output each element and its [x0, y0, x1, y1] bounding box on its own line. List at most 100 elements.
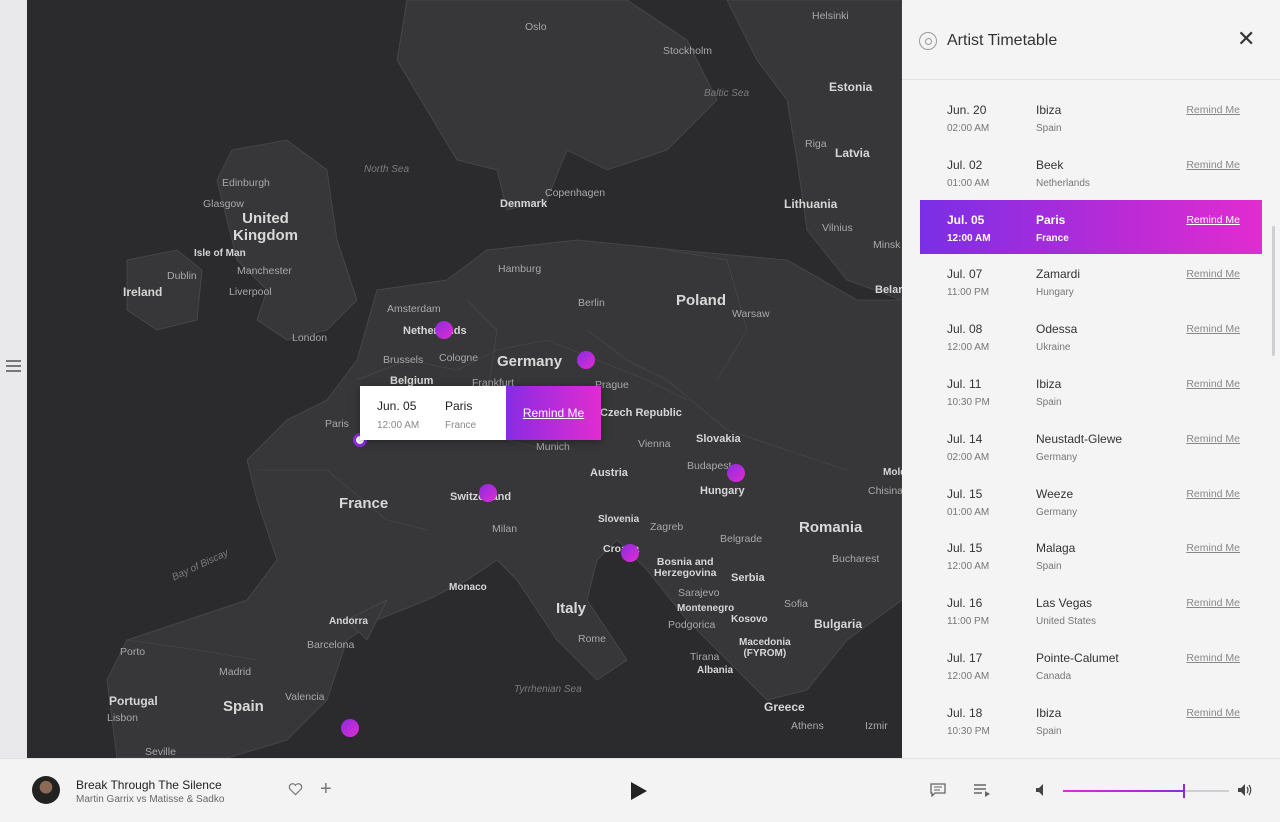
- tour-marker-zamardi[interactable]: [727, 464, 745, 482]
- event-time: 12:00 AM: [947, 670, 990, 682]
- event-row[interactable]: Jul. 05 12:00 AM Paris France Remind Me: [920, 199, 1262, 255]
- country-label-austria: Austria: [590, 467, 628, 479]
- city-label: Sofia: [784, 598, 808, 610]
- country-label-bulgaria: Bulgaria: [814, 617, 863, 631]
- event-time: 11:00 PM: [947, 616, 990, 628]
- city-label: Belgrade: [720, 533, 763, 545]
- event-country: Spain: [1036, 561, 1062, 573]
- city-label: Munich: [536, 441, 570, 453]
- event-date: Jul. 16: [947, 596, 983, 611]
- event-country: Hungary: [1036, 287, 1074, 299]
- remind-me-link[interactable]: Remind Me: [1186, 433, 1240, 445]
- tour-marker-beek[interactable]: [435, 321, 453, 339]
- remind-me-link[interactable]: Remind Me: [1186, 214, 1240, 226]
- event-time: 02:00 AM: [947, 123, 990, 134]
- popup-country: France: [445, 420, 477, 431]
- close-icon[interactable]: ✕: [1237, 28, 1255, 50]
- comments-icon[interactable]: [930, 783, 946, 797]
- remind-me-link[interactable]: Remind Me: [1186, 707, 1240, 719]
- volume-knob[interactable]: [1182, 784, 1185, 798]
- event-date: Jul. 17: [947, 650, 983, 665]
- remind-me-link[interactable]: Remind Me: [1186, 597, 1240, 609]
- disc-icon: [919, 32, 937, 50]
- city-label: Dublin: [167, 270, 197, 282]
- remind-me-link[interactable]: Remind Me: [1186, 542, 1240, 554]
- city-label: Seville: [145, 746, 176, 758]
- play-icon[interactable]: [631, 782, 647, 800]
- country-label-romania: Romania: [799, 519, 863, 536]
- event-row[interactable]: Jul. 08 12:00 AM Odessa Ukraine Remind Me: [920, 309, 1262, 364]
- remind-me-link[interactable]: Remind Me: [1186, 323, 1240, 335]
- event-date: Jul. 05: [947, 212, 985, 227]
- event-date: Jul. 02: [947, 157, 983, 172]
- popup-remind-me-button[interactable]: Remind Me: [506, 386, 601, 440]
- event-country: Ukraine: [1036, 342, 1071, 354]
- city-label: Podgorica: [668, 619, 716, 631]
- city-label: Manchester: [237, 265, 292, 277]
- event-time: 02:00 AM: [947, 451, 990, 463]
- track-artist: Martin Garrix vs Matisse & Sadko: [76, 794, 225, 805]
- event-row[interactable]: Jun. 20 02:00 AM Ibiza Spain Remind Me: [920, 90, 1262, 145]
- volume-slider[interactable]: [1063, 784, 1229, 798]
- city-label: Tirana: [690, 651, 720, 663]
- event-time: 12:00 AM: [947, 342, 990, 354]
- scrollbar[interactable]: [1272, 226, 1275, 356]
- country-label-ireland: Ireland: [123, 285, 163, 299]
- event-row[interactable]: Jul. 14 02:00 AM Neustadt-Glewe Germany Remi…: [920, 419, 1262, 474]
- city-label: Vienna: [638, 438, 671, 450]
- tour-marker-ibiza[interactable]: [341, 719, 359, 737]
- tour-marker-croatia[interactable]: [621, 544, 639, 562]
- track-title: Break Through The Silence: [76, 778, 222, 792]
- event-row[interactable]: Jul. 18 10:30 PM Ibiza Spain Remind Me: [920, 693, 1262, 748]
- event-row[interactable]: Jul. 11 10:30 PM Ibiza Spain Remind Me: [920, 364, 1262, 419]
- remind-me-link[interactable]: Remind Me: [1186, 488, 1240, 500]
- city-label: Helsinki: [812, 10, 849, 22]
- event-date: Jul. 08: [947, 322, 983, 337]
- remind-me-link[interactable]: Remind Me: [1186, 268, 1240, 280]
- volume-high-icon[interactable]: [1237, 783, 1253, 797]
- event-row[interactable]: Jul. 07 11:00 PM Zamardi Hungary Remind Me: [920, 254, 1262, 309]
- tour-marker-neustadt-glewe[interactable]: [577, 351, 595, 369]
- country-label-kosovo: Kosovo: [731, 614, 768, 625]
- panel-header: Artist Timetable ✕: [902, 0, 1280, 80]
- remind-me-link[interactable]: Remind Me: [1186, 652, 1240, 664]
- city-label: Oslo: [525, 21, 547, 33]
- event-country: Spain: [1036, 396, 1062, 408]
- left-rail: [0, 0, 27, 758]
- event-list: Jun. 20 02:00 AM Ibiza Spain Remind Me Jul. 0…: [920, 90, 1262, 748]
- city-label: Warsaw: [732, 308, 770, 320]
- volume-low-icon[interactable]: [1035, 783, 1048, 797]
- hamburger-menu-icon[interactable]: [6, 360, 21, 372]
- city-label: Barcelona: [307, 639, 355, 651]
- country-label-italy: Italy: [556, 600, 587, 617]
- event-row[interactable]: Jul. 15 12:00 AM Malaga Spain Remind Me: [920, 528, 1262, 583]
- country-label-serbia: Serbia: [731, 572, 765, 584]
- event-country: Germany: [1036, 451, 1078, 463]
- event-city: Ibiza: [1036, 376, 1062, 391]
- event-row[interactable]: Jul. 02 01:00 AM Beek Netherlands Remind Me: [920, 145, 1262, 200]
- event-row[interactable]: Jul. 16 11:00 PM Las Vegas United States Rem…: [920, 583, 1262, 638]
- event-row[interactable]: Jul. 15 01:00 AM Weeze Germany Remind Me: [920, 474, 1262, 529]
- city-label: Zagreb: [650, 521, 684, 533]
- event-time: 01:00 AM: [947, 177, 990, 189]
- event-city: Pointe-Calumet: [1036, 650, 1119, 665]
- city-label: Milan: [492, 523, 518, 535]
- event-popup-info: Jun. 05 12:00 AM Paris France: [360, 386, 506, 440]
- tour-map[interactable]: United Kingdom Ireland Germany Poland Fra…: [27, 0, 902, 758]
- country-label-czech: Czech Republic: [600, 407, 682, 419]
- event-country: Spain: [1036, 725, 1062, 737]
- add-icon[interactable]: +: [320, 779, 332, 799]
- heart-icon[interactable]: [288, 782, 303, 796]
- event-row[interactable]: Jul. 17 12:00 AM Pointe-Calumet Canada Remin…: [920, 638, 1262, 693]
- popup-time: 12:00 AM: [377, 420, 420, 431]
- city-label: Copenhagen: [545, 187, 606, 199]
- queue-icon[interactable]: [973, 783, 991, 797]
- tour-marker-switzerland[interactable]: [479, 484, 497, 502]
- remind-me-link[interactable]: Remind Me: [1186, 378, 1240, 390]
- remind-me-link[interactable]: Remind Me: [1186, 104, 1240, 116]
- event-country: Spain: [1036, 123, 1062, 134]
- remind-me-link[interactable]: Remind Me: [1186, 159, 1240, 171]
- event-city: Beek: [1036, 157, 1064, 172]
- volume-fill: [1063, 790, 1183, 792]
- city-label: Paris: [325, 418, 349, 430]
